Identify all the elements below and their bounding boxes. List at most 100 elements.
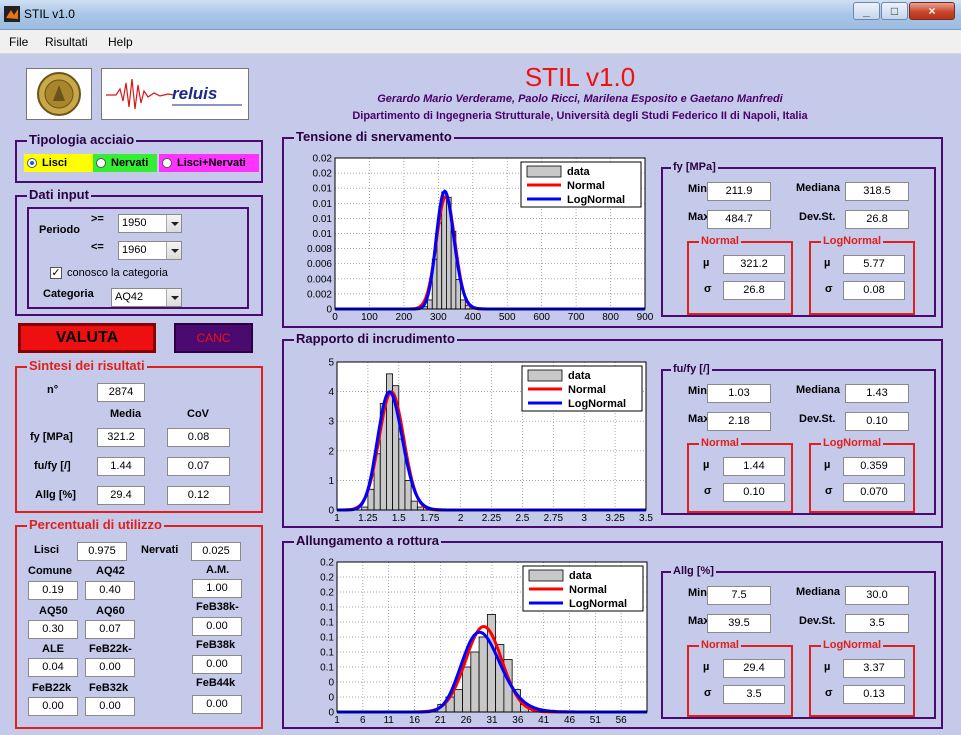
menu-help[interactable]: Help xyxy=(108,35,133,49)
conosco-label: conosco la categoria xyxy=(67,267,168,279)
histogram-bar xyxy=(410,500,418,511)
x-tick-label: 2.5 xyxy=(515,513,529,524)
university-seal-logo xyxy=(26,68,92,120)
radio-nervati-label: Nervati xyxy=(111,157,149,169)
stats-max-value: 2.18 xyxy=(707,412,771,431)
y-tick-label: 0.01 xyxy=(313,214,333,225)
y-tick-label: 0.2 xyxy=(320,588,334,599)
histogram-bar xyxy=(462,666,472,713)
histogram-bar xyxy=(460,299,466,310)
lognormal-params-title: LogNormal xyxy=(821,234,884,248)
menu-risultati[interactable]: Risultati xyxy=(45,35,88,49)
stats-mediana-value: 1.43 xyxy=(845,384,909,403)
x-tick-label: 1.5 xyxy=(392,513,406,524)
stats-min-value: 1.03 xyxy=(707,384,771,403)
stats-title: fy [MPa] xyxy=(671,160,718,174)
minimize-icon: _ xyxy=(863,4,870,18)
le-label: <= xyxy=(91,241,104,253)
tipologia-title: Tipologia acciaio xyxy=(27,132,137,147)
menu-file[interactable]: File xyxy=(9,35,28,49)
normal-mu-label: µ xyxy=(703,257,710,269)
radio-lisci-dot xyxy=(27,158,37,168)
stats-mediana-label: Mediana xyxy=(796,182,841,194)
percentuali-panel: Percentuali di utilizzo Lisci 0.975 Nerv… xyxy=(15,518,263,729)
am-value: 1.00 xyxy=(192,579,242,598)
legend-data-label: data xyxy=(569,570,593,582)
fy-media-value: 321.2 xyxy=(97,428,145,447)
y-tick-label: 0.01 xyxy=(313,199,333,210)
x-tick-label: 800 xyxy=(602,312,619,323)
fy-cov-value: 0.08 xyxy=(167,428,230,447)
normal-mu-value: 321.2 xyxy=(723,255,785,274)
stats-min-value: 211.9 xyxy=(707,182,771,201)
stats-mediana-label: Mediana xyxy=(796,384,841,396)
radio-nervati-dot xyxy=(96,158,106,168)
comune-value: 0.19 xyxy=(28,581,78,600)
title-bar: STIL v1.0 _ □ × xyxy=(0,0,961,30)
histogram-bar xyxy=(453,689,463,713)
n-value: 2874 xyxy=(97,383,145,402)
lognormal-sigma-value: 0.08 xyxy=(843,281,905,300)
maximize-button[interactable]: □ xyxy=(881,2,908,20)
legend-lognormal-label: LogNormal xyxy=(568,398,626,410)
normal-sigma-label: σ xyxy=(704,485,712,497)
lognormal-sigma-label: σ xyxy=(825,485,833,497)
periodo-from-select[interactable]: 1950 xyxy=(118,214,182,233)
canc-button[interactable]: CANC xyxy=(174,323,253,353)
normal-mu-value: 1.44 xyxy=(723,457,785,476)
conosco-checkbox[interactable]: ✓ xyxy=(50,267,62,279)
x-tick-label: 2 xyxy=(458,513,464,524)
stats-block-allg: Allg [%] Min 7.5 Mediana 30.0 Max 39.5 Dev.St. 3… xyxy=(661,564,936,719)
nervati-value: 0.025 xyxy=(191,542,241,561)
y-tick-label: 0.002 xyxy=(307,289,332,300)
fy-row-label: fy [MPa] xyxy=(30,431,73,443)
y-tick-label: 5 xyxy=(328,358,334,369)
ale-label: ALE xyxy=(42,643,64,655)
lognormal-params-title: LogNormal xyxy=(821,436,884,450)
stats-mediana-label: Mediana xyxy=(796,586,841,598)
radio-nervati[interactable]: Nervati xyxy=(93,154,157,172)
x-tick-label: 16 xyxy=(409,715,421,726)
cov-label: CoV xyxy=(187,408,209,420)
valuta-button[interactable]: VALUTA xyxy=(18,323,156,353)
stats-min-label: Min xyxy=(688,587,707,599)
legend-normal-label: Normal xyxy=(569,584,607,596)
radio-lisci-nervati[interactable]: Lisci+Nervati xyxy=(159,154,259,172)
x-tick-label: 56 xyxy=(616,715,628,726)
categoria-select[interactable]: AQ42 xyxy=(111,288,182,307)
normal-params-title: Normal xyxy=(699,436,741,450)
y-tick-label: 4 xyxy=(328,387,334,398)
y-tick-label: 0 xyxy=(328,693,334,704)
x-tick-label: 1 xyxy=(334,513,340,524)
x-tick-label: 200 xyxy=(396,312,413,323)
lognormal-params-box: LogNormal µ 0.359 σ 0.070 xyxy=(809,436,915,513)
reluis-logo-text: reluis xyxy=(172,84,217,103)
feb38k-value: 0.00 xyxy=(192,655,242,674)
aq50-value: 0.30 xyxy=(28,620,78,639)
x-tick-label: 700 xyxy=(568,312,585,323)
close-button[interactable]: × xyxy=(909,2,955,20)
lognormal-mu-value: 5.77 xyxy=(843,255,905,274)
stats-devst-value: 3.5 xyxy=(845,614,909,633)
stats-title: fu/fy [/] xyxy=(671,362,712,376)
y-tick-label: 0.02 xyxy=(313,169,333,180)
fufy-media-value: 1.44 xyxy=(97,457,145,476)
y-tick-label: 0.1 xyxy=(320,648,334,659)
x-tick-label: 41 xyxy=(538,715,550,726)
allg-media-value: 29.4 xyxy=(97,486,145,505)
feb32k-value: 0.00 xyxy=(85,697,135,716)
stats-max-value: 39.5 xyxy=(707,614,771,633)
chart-title-tensione: Tensione di snervamento xyxy=(294,129,454,144)
legend-data-swatch xyxy=(526,165,562,178)
periodo-to-select[interactable]: 1960 xyxy=(118,241,182,260)
minimize-button[interactable]: _ xyxy=(853,2,880,20)
histogram-bar xyxy=(427,299,433,310)
lognormal-sigma-value: 0.13 xyxy=(843,685,905,704)
y-tick-label: 0.1 xyxy=(320,633,334,644)
am-label: A.M. xyxy=(206,564,230,576)
categoria-label: Categoria xyxy=(43,288,94,300)
ge-label: >= xyxy=(91,213,104,225)
allg-row-label: Allg [%] xyxy=(35,489,76,501)
lognormal-mu-label: µ xyxy=(824,257,831,269)
y-tick-label: 0 xyxy=(328,506,334,517)
